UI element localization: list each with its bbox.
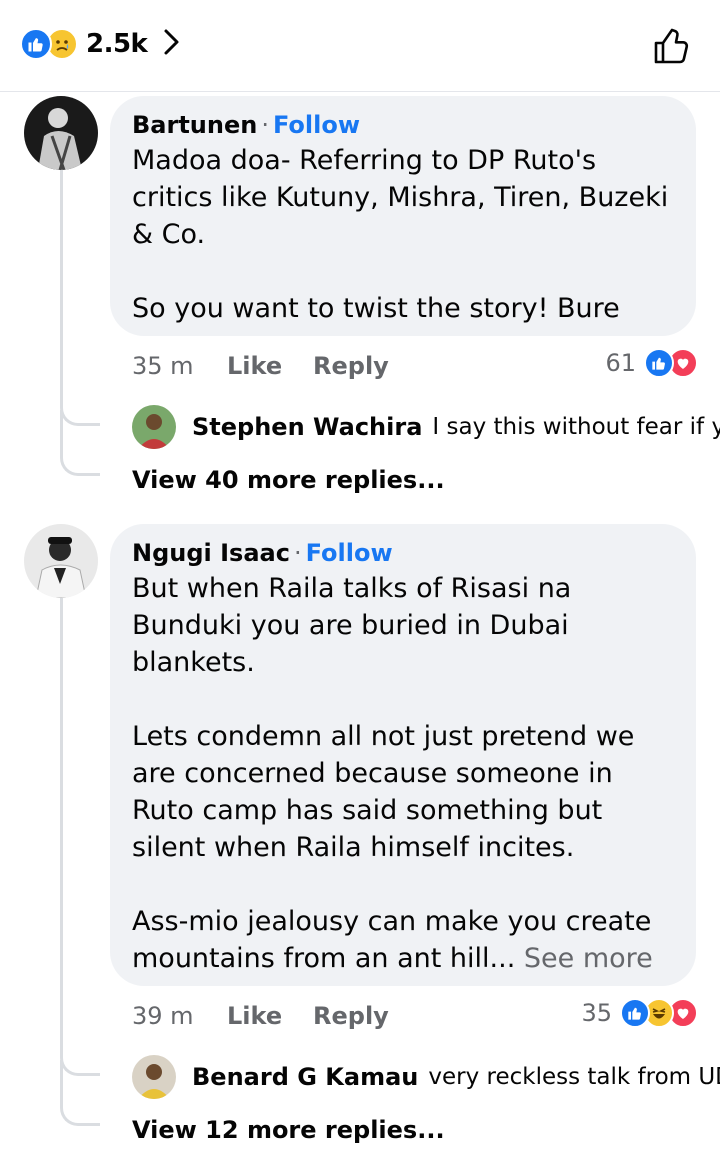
chevron-right-icon[interactable]	[163, 28, 181, 60]
reply-preview[interactable]: Benard G Kamau very reckless talk from U…	[132, 1055, 720, 1099]
reaction-summary[interactable]: 2.5k	[20, 28, 181, 60]
follow-button[interactable]: Follow	[306, 539, 393, 567]
comment-reaction-count: 61	[605, 349, 636, 377]
comment-time[interactable]: 39 m	[132, 1002, 227, 1030]
comment-author[interactable]: Ngugi Isaac	[132, 539, 290, 567]
thread-line	[60, 410, 100, 476]
comment-author[interactable]: Bartunen	[132, 111, 257, 139]
separator: ·	[293, 539, 302, 567]
comment-time[interactable]: 35 m	[132, 352, 227, 380]
view-more-replies-link[interactable]: View 12 more replies...	[132, 1116, 445, 1144]
comment-reaction-count: 35	[581, 999, 612, 1027]
comment-bubble: Bartunen · Follow Madoa doa- Referring to …	[110, 96, 696, 336]
comment-reactions[interactable]: 35	[581, 998, 698, 1028]
reply-text: very reckless talk from UDA	[428, 1064, 720, 1090]
like-icon	[20, 28, 52, 60]
reply-avatar[interactable]	[132, 405, 176, 449]
reply-author[interactable]: Stephen Wachira	[192, 413, 422, 441]
reaction-count: 2.5k	[86, 29, 148, 59]
see-more-link[interactable]: See more	[515, 943, 653, 974]
like-button[interactable]	[652, 26, 692, 70]
like-action-button[interactable]: Like	[227, 352, 313, 380]
comment-text: Madoa doa- Referring to DP Ruto's critic…	[132, 145, 669, 324]
thread-line	[60, 1060, 100, 1126]
thread-line	[60, 598, 100, 1076]
reply-action-button[interactable]: Reply	[313, 352, 389, 380]
like-action-button[interactable]: Like	[227, 1002, 313, 1030]
follow-button[interactable]: Follow	[273, 111, 360, 139]
comment-body: But when Raila talks of Risasi na Bunduk…	[132, 573, 652, 974]
reply-text: I say this without fear if yo...	[432, 414, 720, 440]
avatar[interactable]	[24, 96, 98, 170]
reply-preview[interactable]: Stephen Wachira I say this without fear …	[132, 405, 720, 449]
reply-author[interactable]: Benard G Kamau	[192, 1063, 418, 1091]
thumbs-up-outline-icon	[654, 28, 689, 64]
view-more-replies-link[interactable]: View 40 more replies...	[132, 466, 445, 494]
separator: ·	[261, 111, 269, 139]
reactions-header: 2.5k	[0, 0, 720, 92]
comment-text: But when Raila talks of Risasi na Bunduk…	[132, 570, 674, 977]
comment-actions: 39 m Like Reply	[132, 1002, 389, 1030]
like-icon	[620, 998, 650, 1028]
reply-action-button[interactable]: Reply	[313, 1002, 389, 1030]
comment-reactions[interactable]: 61	[605, 348, 698, 378]
thread-line	[60, 170, 100, 426]
like-icon	[644, 348, 674, 378]
comment-actions: 35 m Like Reply	[132, 352, 389, 380]
comment-bubble: Ngugi Isaac · Follow But when Raila talks …	[110, 524, 696, 986]
avatar[interactable]	[24, 524, 98, 598]
reply-avatar[interactable]	[132, 1055, 176, 1099]
